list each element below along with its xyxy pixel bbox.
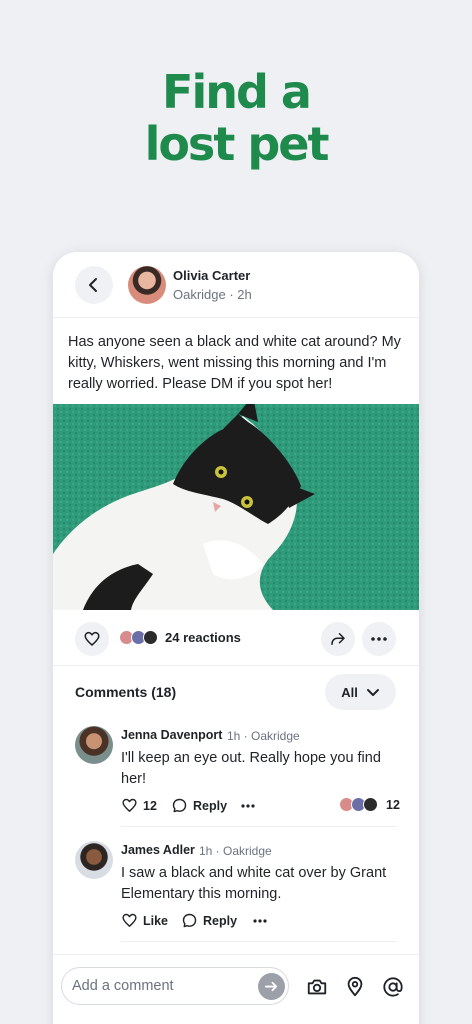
- post-photo[interactable]: [53, 404, 419, 610]
- mention-button[interactable]: [381, 975, 405, 999]
- post-header: Olivia Carter Oakridge · 2h: [53, 252, 419, 318]
- comment-meta: 1h · Oakridge: [227, 729, 300, 743]
- comment-like-button[interactable]: Like: [121, 912, 168, 929]
- chevron-down-icon: [366, 689, 379, 696]
- at-icon: [383, 977, 403, 997]
- more-icon: [253, 919, 267, 923]
- comment-reply-label: Reply: [193, 798, 228, 813]
- heart-icon: [84, 631, 100, 646]
- filter-label: All: [341, 684, 358, 700]
- comment-like-label: 12: [143, 798, 157, 813]
- heart-icon: [122, 913, 137, 927]
- like-button[interactable]: [75, 622, 109, 656]
- reaction-avatars: [339, 797, 381, 812]
- comments-title: Comments (18): [75, 684, 177, 700]
- comment-item: Jenna Davenport 1h · Oakridge I'll keep …: [75, 726, 400, 816]
- headline-line-2: lost pet: [144, 117, 330, 171]
- commenter-name[interactable]: James Adler: [121, 843, 195, 857]
- author-meta: Oakridge · 2h: [173, 287, 252, 302]
- comment-reply-label: Reply: [203, 913, 238, 928]
- comment-reply-button[interactable]: Reply: [171, 797, 227, 814]
- comment-composer: [53, 954, 419, 1024]
- comment-divider: [121, 941, 397, 942]
- comment-more-button[interactable]: [253, 919, 267, 923]
- more-icon: [371, 637, 387, 641]
- location-pin-icon: [347, 976, 363, 997]
- reaction-avatars[interactable]: [119, 630, 163, 646]
- comment-reactions[interactable]: 12: [339, 797, 400, 812]
- camera-button[interactable]: [305, 975, 329, 999]
- comment-item: James Adler 1h · Oakridge I saw a black …: [75, 841, 397, 931]
- camera-icon: [307, 979, 327, 995]
- heart-icon: [122, 798, 137, 812]
- more-icon: [241, 804, 255, 808]
- back-button[interactable]: [75, 266, 113, 304]
- post-actions: 24 reactions: [53, 610, 419, 666]
- post-card: Olivia Carter Oakridge · 2h Has anyone s…: [53, 252, 419, 1024]
- commenter-avatar[interactable]: [75, 726, 113, 764]
- chevron-left-icon: [89, 278, 97, 292]
- commenter-avatar[interactable]: [75, 841, 113, 879]
- comment-like-button[interactable]: 12: [121, 797, 157, 814]
- reaction-avatar: [363, 797, 378, 812]
- comment-actions: Like Reply: [121, 912, 397, 930]
- reactions-count[interactable]: 24 reactions: [165, 630, 241, 645]
- share-icon: [331, 633, 345, 645]
- cat-photo: [53, 404, 419, 610]
- commenter-name[interactable]: Jenna Davenport: [121, 728, 222, 742]
- comment-icon: [182, 913, 197, 928]
- comment-reaction-count: 12: [386, 797, 400, 812]
- comment-text: I'll keep an eye out. Really hope you fi…: [121, 750, 381, 787]
- author-avatar[interactable]: [128, 266, 166, 304]
- author-name[interactable]: Olivia Carter: [173, 268, 250, 283]
- share-button[interactable]: [321, 622, 355, 656]
- comment-like-label: Like: [143, 913, 169, 928]
- reaction-avatar: [143, 630, 158, 645]
- more-options-button[interactable]: [362, 622, 396, 656]
- post-text: Has anyone seen a black and white cat ar…: [68, 334, 401, 392]
- headline-line-1: Find a: [162, 65, 312, 119]
- arrow-right-icon: [264, 981, 278, 992]
- comment-actions: 12 Reply 12: [121, 797, 400, 815]
- send-button[interactable]: [258, 973, 285, 1000]
- headline: Find a lost pet: [0, 66, 472, 170]
- comment-icon: [172, 798, 187, 813]
- comment-reply-button[interactable]: Reply: [181, 912, 237, 929]
- comment-meta: 1h · Oakridge: [199, 844, 272, 858]
- location-button[interactable]: [343, 975, 367, 999]
- comment-input[interactable]: [61, 967, 289, 1005]
- comments-filter-dropdown[interactable]: All: [325, 674, 396, 710]
- comment-more-button[interactable]: [241, 804, 255, 808]
- comment-divider: [121, 826, 397, 827]
- comment-text: I saw a black and white cat over by Gran…: [121, 865, 387, 902]
